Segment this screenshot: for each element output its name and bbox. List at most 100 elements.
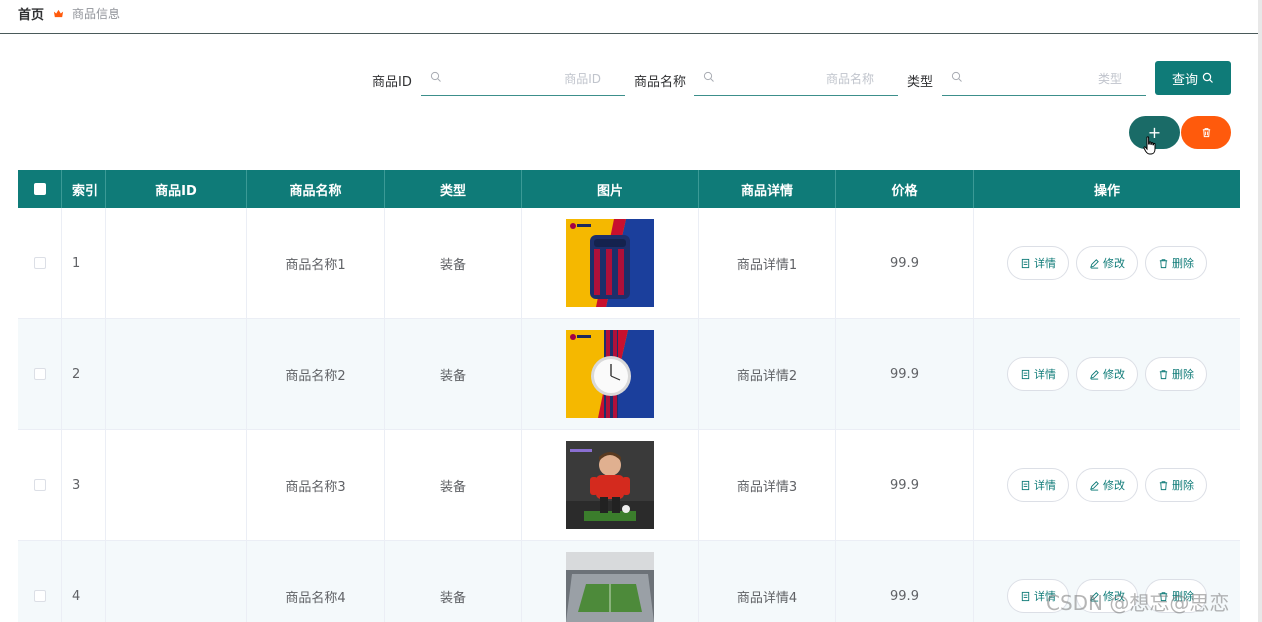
cell-image: [522, 541, 699, 622]
document-icon: [1021, 258, 1030, 268]
product-image-stadium[interactable]: [566, 552, 654, 622]
row-checkbox[interactable]: [33, 590, 46, 602]
row-select-cell: [18, 541, 62, 622]
scrollbar-track[interactable]: [1258, 0, 1262, 622]
edit-button[interactable]: 修改: [1076, 357, 1138, 391]
document-icon: [1021, 480, 1030, 490]
document-icon: [1021, 369, 1030, 379]
column-header[interactable]: 价格: [836, 170, 974, 208]
cell-type: 装备: [385, 208, 522, 318]
product-table: 索引 商品ID 商品名称 类型 图片 商品详情 价格 操作 1 商品名称1 装备…: [18, 170, 1240, 622]
search-field-name: [694, 62, 898, 96]
delete-button[interactable]: 删除: [1145, 246, 1207, 280]
breadcrumb: 首页 商品信息: [18, 4, 121, 23]
cell-product-name: 商品名称3: [247, 430, 385, 540]
cell-product-id: [106, 208, 247, 318]
cell-product-name: 商品名称4: [247, 541, 385, 622]
watermark: CSDN @想忘@思恋: [1046, 591, 1230, 615]
query-button[interactable]: 查询: [1155, 61, 1231, 95]
detail-button[interactable]: 详情: [1007, 357, 1069, 391]
search-label-id: 商品ID: [372, 75, 412, 90]
product-name-input[interactable]: [724, 69, 874, 89]
search-icon: [1202, 72, 1213, 83]
detail-button[interactable]: 详情: [1007, 468, 1069, 502]
cell-operations: 详情 修改 删除: [974, 208, 1240, 318]
cell-product-id: [106, 541, 247, 622]
product-id-input[interactable]: [451, 69, 601, 89]
cell-index: 2: [62, 319, 106, 429]
breadcrumb-home[interactable]: 首页: [18, 4, 44, 23]
cell-detail: 商品详情2: [699, 319, 836, 429]
trash-icon: [1159, 369, 1168, 379]
row-checkbox[interactable]: [33, 479, 46, 491]
row-checkbox[interactable]: [33, 257, 46, 269]
cell-index: 4: [62, 541, 106, 622]
cell-index: 3: [62, 430, 106, 540]
edit-button-label: 修改: [1103, 479, 1125, 492]
cell-price: 99.9: [836, 541, 974, 622]
cell-price: 99.9: [836, 208, 974, 318]
search-field-type: [942, 62, 1146, 96]
row-checkbox[interactable]: [33, 368, 46, 380]
product-image-backpack[interactable]: [566, 219, 654, 307]
detail-button-label: 详情: [1034, 368, 1056, 381]
cell-detail: 商品详情3: [699, 430, 836, 540]
row-select-cell: [18, 430, 62, 540]
edit-button-label: 修改: [1103, 368, 1125, 381]
column-header[interactable]: 商品名称: [247, 170, 385, 208]
search-label-type: 类型: [907, 75, 934, 90]
detail-button[interactable]: 详情: [1007, 246, 1069, 280]
delete-button-label: 删除: [1172, 368, 1194, 381]
row-select-cell: [18, 208, 62, 318]
row-select-cell: [18, 319, 62, 429]
edit-button[interactable]: 修改: [1076, 246, 1138, 280]
trash-icon: [1159, 480, 1168, 490]
query-button-label: 查询: [1171, 72, 1198, 88]
cell-detail: 商品详情1: [699, 208, 836, 318]
edit-button[interactable]: 修改: [1076, 468, 1138, 502]
column-header[interactable]: 商品ID: [106, 170, 247, 208]
column-header[interactable]: 类型: [385, 170, 522, 208]
edit-icon: [1090, 480, 1099, 491]
cell-operations: 详情 修改 删除: [974, 430, 1240, 540]
cell-type: 装备: [385, 319, 522, 429]
batch-delete-button[interactable]: [1181, 116, 1231, 149]
cell-type: 装备: [385, 430, 522, 540]
edit-icon: [1090, 258, 1099, 269]
column-header[interactable]: 索引: [62, 170, 106, 208]
column-header[interactable]: 商品详情: [699, 170, 836, 208]
delete-button[interactable]: 删除: [1145, 468, 1207, 502]
cell-operations: 详情 修改 删除: [974, 319, 1240, 429]
cell-product-name: 商品名称2: [247, 319, 385, 429]
select-all-cell: [18, 170, 62, 208]
cell-image: [522, 430, 699, 540]
table-row[interactable]: 3 商品名称3 装备 商品详情3 99.9 详情 修改 删除: [18, 430, 1240, 541]
trash-icon: [1159, 258, 1168, 268]
product-type-input[interactable]: [972, 69, 1122, 89]
cell-price: 99.9: [836, 430, 974, 540]
search-icon: [703, 71, 714, 82]
cell-price: 99.9: [836, 319, 974, 429]
product-image-watch[interactable]: [566, 330, 654, 418]
search-label-name: 商品名称: [634, 75, 687, 90]
column-header: 图片: [522, 170, 699, 208]
detail-button-label: 详情: [1034, 257, 1056, 270]
breadcrumb-current: 商品信息: [72, 6, 121, 21]
table-row[interactable]: 2 商品名称2 装备 商品详情2 99.9 详情 修改 删除: [18, 319, 1240, 430]
cell-image: [522, 208, 699, 318]
table-row[interactable]: 1 商品名称1 装备 商品详情1 99.9 详情 修改 删除: [18, 208, 1240, 319]
select-all-checkbox[interactable]: [33, 183, 46, 195]
product-image-figurine[interactable]: [566, 441, 654, 529]
cell-type: 装备: [385, 541, 522, 622]
cell-product-id: [106, 430, 247, 540]
delete-button[interactable]: 删除: [1145, 357, 1207, 391]
table-header: 索引 商品ID 商品名称 类型 图片 商品详情 价格 操作: [18, 170, 1240, 208]
cell-product-id: [106, 319, 247, 429]
delete-button-label: 删除: [1172, 479, 1194, 492]
search-field-id: [421, 62, 625, 96]
document-icon: [1021, 591, 1030, 601]
crown-icon: [53, 9, 64, 17]
trash-icon: [1202, 128, 1210, 138]
cell-image: [522, 319, 699, 429]
column-header: 操作: [1093, 183, 1120, 199]
